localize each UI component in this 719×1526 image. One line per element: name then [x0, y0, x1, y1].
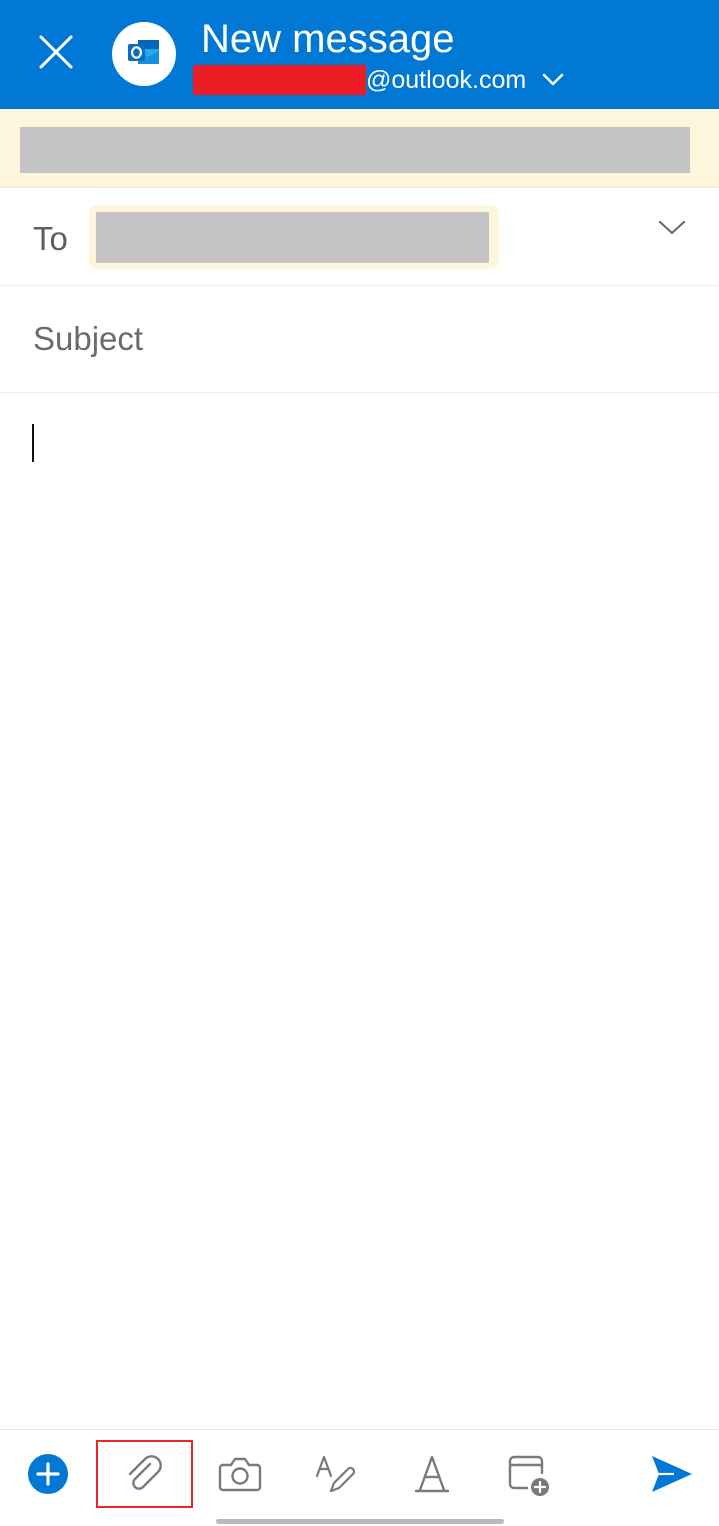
text-cursor — [32, 424, 34, 462]
app-header: New message @outlook.com — [0, 0, 719, 109]
close-button[interactable] — [30, 28, 82, 80]
chevron-down-icon — [542, 69, 564, 91]
chevron-down-icon — [658, 220, 686, 241]
calendar-add-icon — [505, 1451, 551, 1502]
send-button[interactable] — [644, 1448, 700, 1504]
compose-toolbar — [0, 1429, 719, 1526]
info-banner — [0, 109, 719, 187]
recipient-chip[interactable] — [89, 205, 499, 269]
add-button[interactable] — [20, 1448, 76, 1504]
to-field-row: To — [0, 187, 719, 286]
attach-button[interactable] — [116, 1448, 172, 1504]
account-switcher[interactable]: @outlook.com — [193, 64, 564, 96]
camera-icon — [218, 1454, 262, 1499]
plus-circle-icon — [27, 1453, 69, 1500]
subject-input[interactable] — [33, 316, 683, 362]
redacted-account-name — [193, 65, 366, 95]
page-title: New message — [201, 17, 455, 61]
outlook-logo-icon — [127, 37, 161, 72]
send-icon — [650, 1454, 694, 1499]
account-domain: @outlook.com — [366, 66, 527, 94]
subject-row — [0, 286, 719, 393]
redacted-recipient — [96, 212, 489, 263]
message-body[interactable] — [0, 394, 719, 1428]
schedule-button[interactable] — [500, 1448, 556, 1504]
redacted-banner-content — [20, 127, 690, 173]
to-label: To — [33, 220, 68, 257]
text-format-icon — [410, 1452, 454, 1501]
camera-button[interactable] — [212, 1448, 268, 1504]
draw-button[interactable] — [307, 1448, 363, 1504]
paperclip-icon — [122, 1452, 166, 1501]
outlook-app-avatar — [112, 22, 176, 86]
close-icon — [39, 35, 73, 74]
expand-recipients-button[interactable] — [652, 210, 692, 250]
home-indicator — [216, 1519, 504, 1524]
format-button[interactable] — [404, 1448, 460, 1504]
pen-draw-icon — [313, 1452, 357, 1501]
